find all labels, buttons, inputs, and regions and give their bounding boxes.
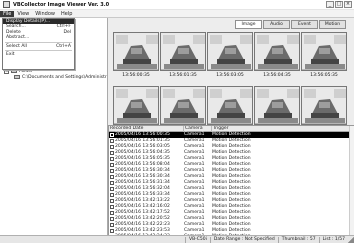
menu-item-label: Exit — [6, 51, 15, 57]
status-thumbnail-count: Thumbnail : 57 — [277, 236, 319, 243]
minimize-button[interactable]: _ — [326, 1, 334, 8]
view-tabs: Image Audio Event Motion — [235, 20, 346, 29]
content-pane: Image Audio Event Motion 13:56:00:35 13:5… — [108, 18, 354, 243]
status-list-position: List : 1/57 — [318, 236, 348, 243]
thumbnail-image[interactable] — [254, 32, 300, 71]
maximize-button[interactable]: □ — [335, 1, 343, 8]
thumbnail-grid: 13:56:00:35 13:56:01:35 13:56:03:05 13:56:0… — [108, 32, 354, 136]
thumbnail-image[interactable] — [207, 32, 253, 71]
menu-exit[interactable]: Exit — [3, 52, 74, 57]
file-menu-dropdown: Display Details(P)... Search... Ctrl+F D… — [2, 18, 75, 70]
thumbnail-image[interactable] — [113, 86, 159, 125]
folder-icon — [14, 75, 20, 79]
image-file-icon — [110, 217, 114, 221]
tab-audio[interactable]: Audio — [263, 20, 290, 29]
image-file-icon — [110, 139, 114, 143]
menu-item-shortcut: Del — [63, 29, 71, 35]
tree-child-label: C:\Documents and Settings\Administr — [22, 74, 107, 80]
status-date-range: Date Range : Not Specified — [209, 236, 278, 243]
menu-item-label: Abstract... — [6, 35, 30, 41]
vertical-scrollbar[interactable] — [349, 126, 354, 243]
menu-divider — [5, 41, 72, 43]
tab-event[interactable]: Event — [291, 20, 318, 29]
resize-grip[interactable] — [348, 236, 354, 243]
tab-motion[interactable]: Motion — [319, 20, 346, 29]
thumbnail-image[interactable] — [160, 32, 206, 71]
image-file-icon — [110, 151, 114, 155]
window-title: VBCollector Image Viewer Ver. 3.0 — [13, 1, 110, 8]
menu-view[interactable]: View — [14, 11, 32, 17]
thumbnail-image[interactable] — [113, 32, 159, 71]
thumbnail-image[interactable] — [160, 86, 206, 125]
app-icon — [3, 1, 10, 8]
title-bar: VBCollector Image Viewer Ver. 3.0 _ □ × — [0, 0, 354, 10]
window-controls: _ □ × — [326, 1, 352, 8]
status-bar: VB-C50i Date Range : Not Specified Thumb… — [0, 235, 354, 243]
thumbnail-timestamp: 13:56:01:35 — [169, 73, 197, 78]
image-file-icon — [110, 205, 114, 209]
menu-window[interactable]: Window — [32, 11, 58, 17]
status-camera: VB-C50i — [185, 236, 210, 243]
image-file-icon — [110, 157, 114, 161]
list-body: 2005/04/16 13:56:00:35 Camera1 Motion Dete… — [109, 132, 354, 240]
thumbnail-timestamp: 13:56:04:35 — [263, 73, 291, 78]
image-file-icon — [110, 187, 114, 191]
image-file-icon — [110, 163, 114, 167]
menu-help[interactable]: Help — [58, 11, 75, 17]
image-file-icon — [110, 175, 114, 179]
thumbnail-image[interactable] — [301, 86, 347, 125]
thumbnail-timestamp: 13:56:00:35 — [122, 73, 150, 78]
thumbnail-image[interactable] — [254, 86, 300, 125]
menu-divider — [5, 49, 72, 51]
menu-bar: File View Window Help — [0, 10, 354, 18]
menu-file[interactable]: File — [0, 10, 15, 17]
thumbnail-image[interactable] — [207, 86, 253, 125]
image-file-icon — [110, 145, 114, 149]
image-file-icon — [110, 181, 114, 185]
image-file-icon — [110, 193, 114, 197]
thumbnail-image[interactable] — [301, 32, 347, 71]
thumbnail-timestamp: 13:56:03:05 — [216, 73, 244, 78]
tree-child-folder[interactable]: C:\Documents and Settings\Administr — [4, 74, 108, 80]
thumbnail-timestamp: 13:56:05:35 — [310, 73, 338, 78]
tab-image[interactable]: Image — [235, 20, 262, 29]
menu-abstract[interactable]: Abstract... — [3, 35, 74, 40]
recording-list: Recorded Date Camera Trigger 2005/04/16 … — [108, 125, 354, 243]
menu-item-shortcut: Ctrl+A — [56, 43, 71, 49]
image-file-icon — [110, 211, 114, 215]
image-file-icon — [110, 223, 114, 227]
image-file-icon — [110, 199, 114, 203]
close-button[interactable]: × — [344, 1, 352, 8]
image-file-icon — [110, 133, 114, 137]
image-file-icon — [110, 229, 114, 233]
image-file-icon — [110, 169, 114, 173]
menu-item-label: Select All — [6, 43, 27, 49]
menu-select-all[interactable]: Select All Ctrl+A — [3, 44, 74, 49]
